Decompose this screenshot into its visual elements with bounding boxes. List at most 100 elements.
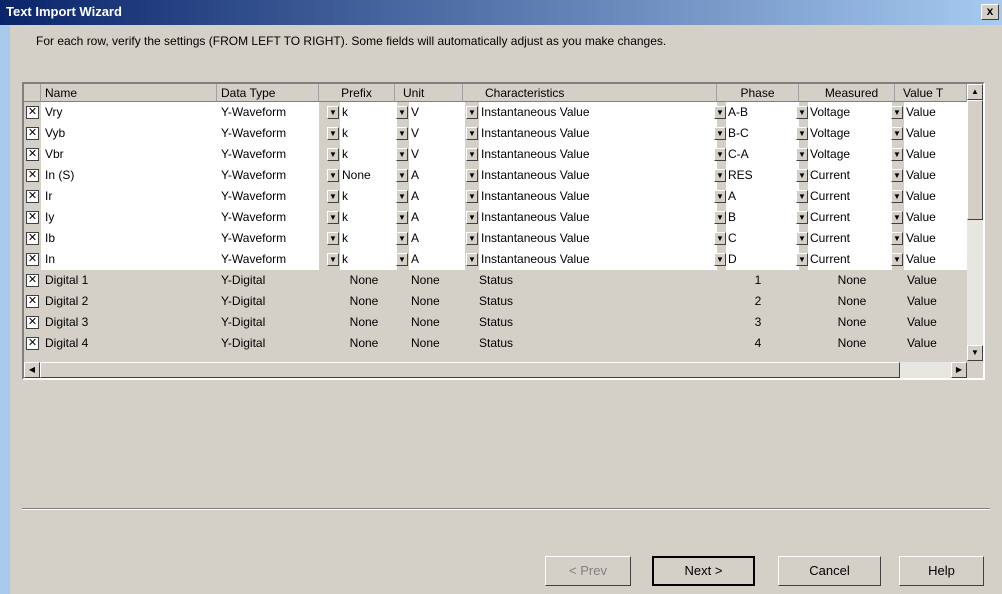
vertical-scroll-thumb[interactable]: [967, 100, 983, 220]
dropdown-arrow-icon[interactable]: ▼: [714, 232, 726, 245]
phase-cell[interactable]: C: [726, 228, 799, 249]
dropdown-arrow-icon[interactable]: ▼: [891, 127, 903, 140]
data-type-cell[interactable]: Y-Waveform: [217, 165, 319, 186]
horizontal-scrollbar[interactable]: ◀ ▶: [24, 362, 967, 378]
unit-cell[interactable]: V: [409, 123, 465, 144]
dropdown-arrow-icon[interactable]: ▼: [466, 106, 478, 119]
dropdown-arrow-icon[interactable]: ▼: [714, 127, 726, 140]
next-button[interactable]: Next >: [652, 556, 755, 586]
table-row[interactable]: ✕ Digital 1 Y-Digital None None Status 1 None Va…: [24, 270, 967, 291]
unit-cell[interactable]: A: [409, 186, 465, 207]
dropdown-arrow-icon[interactable]: ▼: [714, 190, 726, 203]
name-cell[interactable]: Ib: [41, 228, 217, 249]
value-cell[interactable]: Value: [904, 228, 967, 249]
phase-cell[interactable]: B-C: [726, 123, 799, 144]
measured-cell[interactable]: Current: [808, 207, 892, 228]
dropdown-arrow-icon[interactable]: ▼: [327, 148, 339, 161]
phase-cell[interactable]: C-A: [726, 144, 799, 165]
prev-button[interactable]: < Prev: [545, 556, 631, 586]
table-row[interactable]: ✕ Digital 2 Y-Digital None None Status 2 None Va…: [24, 291, 967, 312]
dropdown-arrow-icon[interactable]: ▼: [396, 190, 408, 203]
dropdown-arrow-icon[interactable]: ▼: [466, 148, 478, 161]
dropdown-arrow-icon[interactable]: ▼: [327, 253, 339, 266]
import-grid[interactable]: Name Data Type Prefix Unit Characteristics Ph…: [22, 82, 985, 380]
dropdown-arrow-icon[interactable]: ▼: [466, 190, 478, 203]
dropdown-arrow-icon[interactable]: ▼: [714, 106, 726, 119]
phase-cell[interactable]: RES: [726, 165, 799, 186]
cancel-button[interactable]: Cancel: [778, 556, 881, 586]
characteristics-cell[interactable]: Instantaneous Value: [479, 186, 717, 207]
data-type-cell[interactable]: Y-Waveform: [217, 186, 319, 207]
scroll-left-icon[interactable]: ◀: [24, 362, 40, 378]
dropdown-arrow-icon[interactable]: ▼: [466, 253, 478, 266]
dropdown-arrow-icon[interactable]: ▼: [891, 253, 903, 266]
dropdown-arrow-icon[interactable]: ▼: [466, 232, 478, 245]
table-row[interactable]: ✕ Digital 4 Y-Digital None None Status 4 None Va…: [24, 333, 967, 354]
unit-cell[interactable]: A: [409, 249, 465, 270]
vertical-scrollbar[interactable]: ▲ ▼: [967, 84, 983, 361]
dropdown-arrow-icon[interactable]: ▼: [891, 148, 903, 161]
measured-cell[interactable]: Current: [808, 228, 892, 249]
measured-cell[interactable]: Voltage: [808, 144, 892, 165]
data-type-cell[interactable]: Y-Waveform: [217, 102, 319, 123]
dropdown-arrow-icon[interactable]: ▼: [396, 253, 408, 266]
dropdown-arrow-icon[interactable]: ▼: [891, 190, 903, 203]
characteristics-cell[interactable]: Instantaneous Value: [479, 123, 717, 144]
table-row[interactable]: ✕ Vyb Y-Waveform ▼ k ▼ V ▼ Instantaneous Value ▼ B…: [24, 123, 967, 144]
value-cell[interactable]: Value: [904, 186, 967, 207]
row-checkbox[interactable]: ✕: [26, 232, 39, 245]
dropdown-arrow-icon[interactable]: ▼: [796, 106, 808, 119]
dropdown-arrow-icon[interactable]: ▼: [396, 211, 408, 224]
row-checkbox[interactable]: ✕: [26, 295, 39, 308]
dropdown-arrow-icon[interactable]: ▼: [327, 211, 339, 224]
dropdown-arrow-icon[interactable]: ▼: [796, 148, 808, 161]
dropdown-arrow-icon[interactable]: ▼: [796, 127, 808, 140]
prefix-cell[interactable]: k: [340, 102, 397, 123]
table-row[interactable]: ✕ Vbr Y-Waveform ▼ k ▼ V ▼ Instantaneous Value ▼ C…: [24, 144, 967, 165]
dropdown-arrow-icon[interactable]: ▼: [714, 148, 726, 161]
row-checkbox[interactable]: ✕: [26, 274, 39, 287]
dropdown-arrow-icon[interactable]: ▼: [796, 190, 808, 203]
unit-cell[interactable]: A: [409, 207, 465, 228]
table-row[interactable]: ✕ In (S) Y-Waveform ▼ None ▼ A ▼ Instantaneous V…: [24, 165, 967, 186]
table-row[interactable]: ✕ In Y-Waveform ▼ k ▼ A ▼ Instantaneous Value ▼ D ▼…: [24, 249, 967, 270]
scroll-down-icon[interactable]: ▼: [967, 345, 983, 361]
row-checkbox[interactable]: ✕: [26, 211, 39, 224]
measured-cell[interactable]: Voltage: [808, 102, 892, 123]
data-type-cell[interactable]: Y-Waveform: [217, 123, 319, 144]
close-icon[interactable]: x: [981, 4, 999, 20]
dropdown-arrow-icon[interactable]: ▼: [466, 169, 478, 182]
measured-cell[interactable]: Current: [808, 186, 892, 207]
dropdown-arrow-icon[interactable]: ▼: [466, 127, 478, 140]
scroll-up-icon[interactable]: ▲: [967, 84, 983, 100]
data-type-cell[interactable]: Y-Waveform: [217, 228, 319, 249]
prefix-cell[interactable]: k: [340, 249, 397, 270]
dropdown-arrow-icon[interactable]: ▼: [327, 106, 339, 119]
measured-cell[interactable]: Current: [808, 165, 892, 186]
dropdown-arrow-icon[interactable]: ▼: [327, 169, 339, 182]
data-type-cell[interactable]: Y-Waveform: [217, 207, 319, 228]
dropdown-arrow-icon[interactable]: ▼: [714, 211, 726, 224]
prefix-cell[interactable]: k: [340, 207, 397, 228]
dropdown-arrow-icon[interactable]: ▼: [796, 232, 808, 245]
phase-cell[interactable]: D: [726, 249, 799, 270]
characteristics-cell[interactable]: Instantaneous Value: [479, 207, 717, 228]
name-cell[interactable]: Vry: [41, 102, 217, 123]
value-cell[interactable]: Value: [904, 165, 967, 186]
characteristics-cell[interactable]: Instantaneous Value: [479, 165, 717, 186]
value-cell[interactable]: Value: [904, 144, 967, 165]
dropdown-arrow-icon[interactable]: ▼: [327, 127, 339, 140]
dropdown-arrow-icon[interactable]: ▼: [396, 169, 408, 182]
name-cell[interactable]: Iy: [41, 207, 217, 228]
dropdown-arrow-icon[interactable]: ▼: [891, 232, 903, 245]
dropdown-arrow-icon[interactable]: ▼: [327, 232, 339, 245]
prefix-cell[interactable]: None: [340, 165, 397, 186]
row-checkbox[interactable]: ✕: [26, 190, 39, 203]
name-cell[interactable]: In (S): [41, 165, 217, 186]
dropdown-arrow-icon[interactable]: ▼: [796, 253, 808, 266]
row-checkbox[interactable]: ✕: [26, 106, 39, 119]
table-row[interactable]: ✕ Ib Y-Waveform ▼ k ▼ A ▼ Instantaneous Value ▼ C ▼…: [24, 228, 967, 249]
measured-cell[interactable]: Voltage: [808, 123, 892, 144]
value-cell[interactable]: Value: [904, 249, 967, 270]
value-cell[interactable]: Value: [904, 123, 967, 144]
